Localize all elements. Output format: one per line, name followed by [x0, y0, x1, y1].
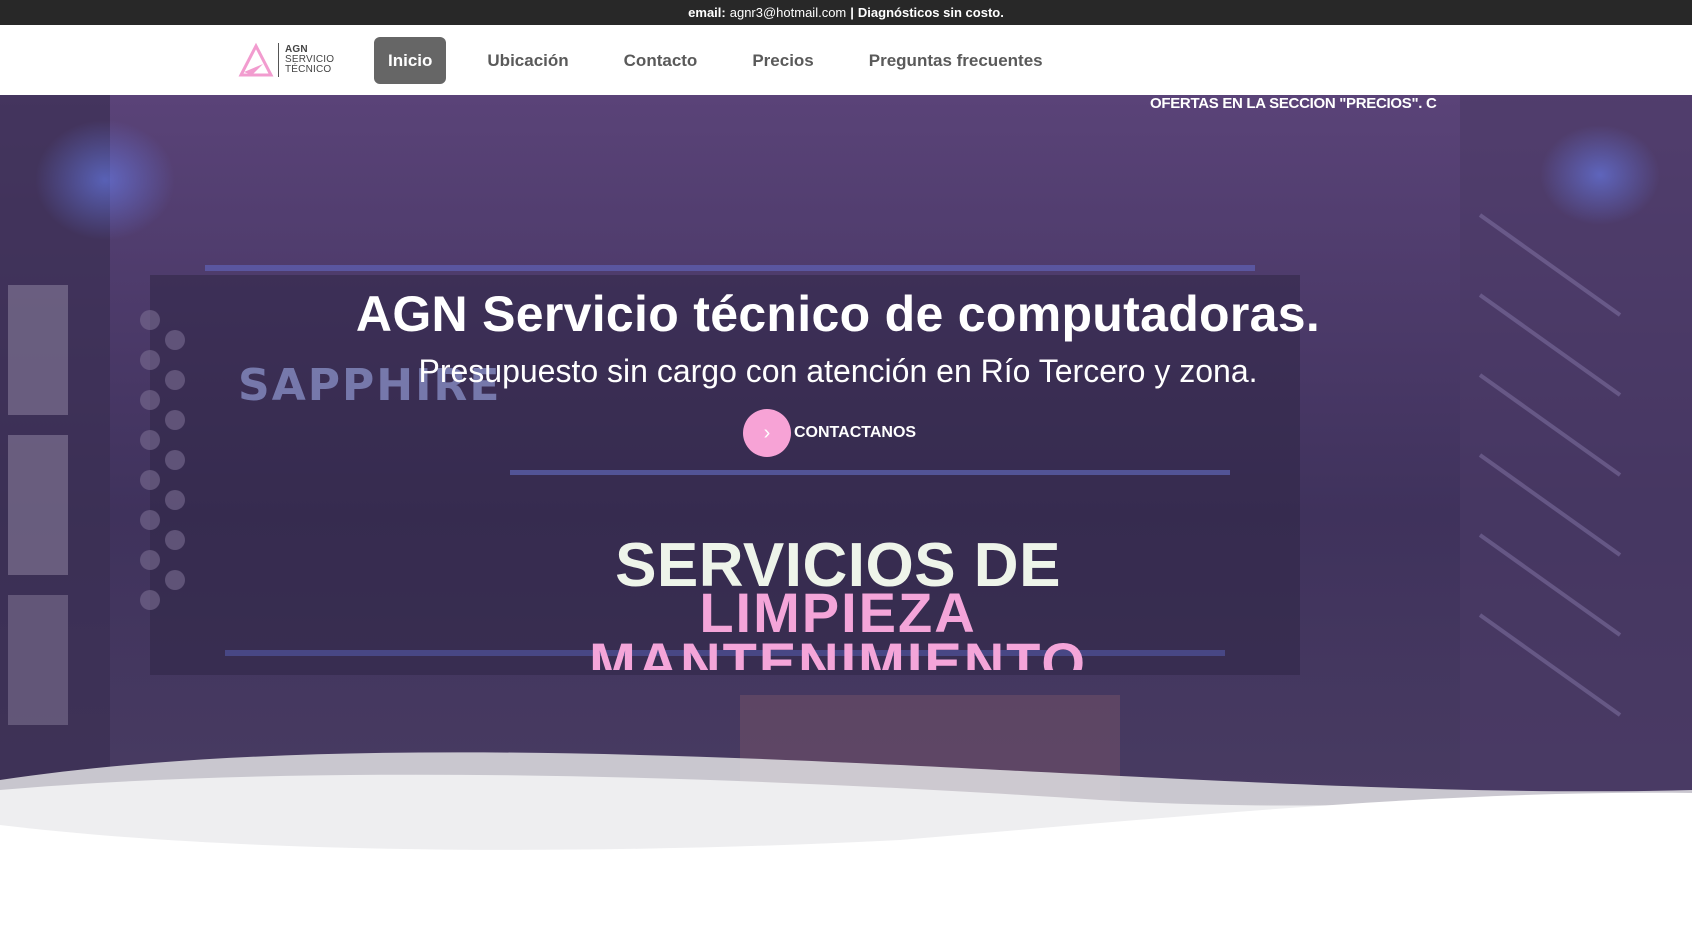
logo-line-3: TÉCNICO: [285, 64, 332, 75]
contactanos-button[interactable]: › CONTACTANOS: [743, 409, 916, 457]
hero-background-image: SAPPHIRE: [0, 95, 1692, 855]
logo-divider: [278, 43, 279, 77]
services-heading: SERVICIOS DE LIMPIEZA MANTENIMIENTO: [0, 535, 1676, 670]
chevron-right-icon: ›: [743, 409, 791, 457]
site-logo[interactable]: AGN SERVICIO TÉCNICO: [238, 40, 338, 80]
logo-wordmark: AGN SERVICIO TÉCNICO: [285, 45, 334, 75]
topbar-note: Diagnósticos sin costo.: [857, 5, 1004, 20]
site-header: AGN SERVICIO TÉCNICO Inicio Ubicación Co…: [0, 25, 1692, 95]
nav-item-preguntas-frecuentes[interactable]: Preguntas frecuentes: [855, 37, 1057, 84]
top-info-bar: email: agnr3@hotmail.com | Diagnósticos …: [0, 0, 1692, 25]
hero-title: AGN Servicio técnico de computadoras.: [355, 286, 1321, 342]
nav-item-ubicacion[interactable]: Ubicación: [473, 37, 582, 84]
hero-subtitle: Presupuesto sin cargo con atención en Rí…: [418, 353, 1258, 389]
agn-logo-icon: [238, 42, 274, 77]
services-rotating-word-2: MANTENIMIENTO: [589, 631, 1087, 671]
wave-divider: [0, 752, 1692, 926]
nav-item-inicio[interactable]: Inicio: [374, 37, 447, 84]
main-nav: Inicio Ubicación Contacto Precios Pregun…: [374, 37, 1057, 84]
email-label: email:: [688, 5, 726, 20]
email-link[interactable]: agnr3@hotmail.com: [730, 5, 847, 20]
hero-section: SAPPHIRE OFERTAS EN LA SECCION "PRECIOS"…: [0, 95, 1692, 855]
nav-item-precios[interactable]: Precios: [738, 37, 827, 84]
nav-item-contacto[interactable]: Contacto: [610, 37, 712, 84]
contactanos-label: CONTACTANOS: [794, 424, 917, 441]
topbar-separator: |: [850, 5, 854, 20]
offers-marquee: OFERTAS EN LA SECCION "PRECIOS". C: [1150, 95, 1437, 112]
